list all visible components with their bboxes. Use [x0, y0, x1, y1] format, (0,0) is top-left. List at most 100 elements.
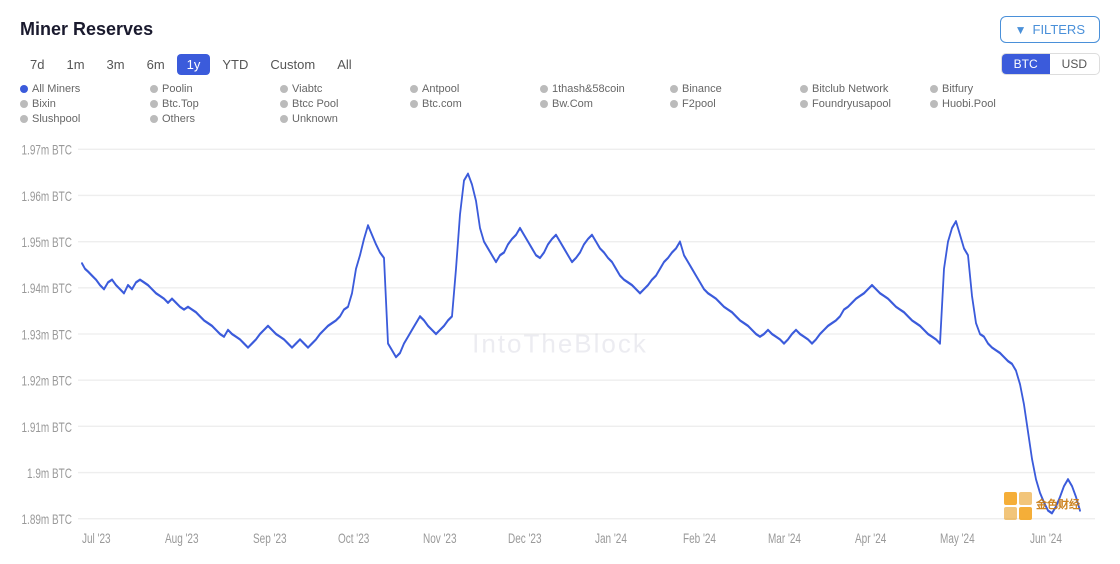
svg-text:Jun '24: Jun '24	[1030, 531, 1062, 547]
legend-dot-btctop	[150, 100, 158, 108]
legend-label-all-miners: All Miners	[32, 83, 80, 95]
legend-dot-slushpool	[20, 115, 28, 123]
legend-item-btccom[interactable]: Btc.com	[410, 98, 540, 110]
filters-label: FILTERS	[1033, 22, 1086, 37]
svg-text:Oct '23: Oct '23	[338, 531, 370, 547]
svg-text:Dec '23: Dec '23	[508, 531, 542, 547]
legend-dot-f2pool	[670, 100, 678, 108]
legend-item-1thash[interactable]: 1thash&58coin	[540, 83, 670, 95]
legend-dot-btccpool	[280, 100, 288, 108]
legend-label-antpool: Antpool	[422, 83, 459, 95]
currency-btc[interactable]: BTC	[1002, 54, 1050, 74]
legend-item-btccpool[interactable]: Btcc Pool	[280, 98, 410, 110]
legend-label-binance: Binance	[682, 83, 722, 95]
legend-dot-all-miners	[20, 85, 28, 93]
legend-item-btctop[interactable]: Btc.Top	[150, 98, 280, 110]
legend-label-unknown: Unknown	[292, 113, 338, 125]
legend-item-poolin[interactable]: Poolin	[150, 83, 280, 95]
legend-label-f2pool: F2pool	[682, 98, 716, 110]
legend-item-bixin[interactable]: Bixin	[20, 98, 150, 110]
legend-label-huobipool: Huobi.Pool	[942, 98, 996, 110]
svg-text:1.94m BTC: 1.94m BTC	[22, 281, 73, 297]
legend-dot-btccom	[410, 100, 418, 108]
svg-text:1.93m BTC: 1.93m BTC	[22, 327, 73, 343]
legend-label-slushpool: Slushpool	[32, 113, 80, 125]
svg-text:1.89m BTC: 1.89m BTC	[22, 512, 73, 528]
legend-dot-unknown	[280, 115, 288, 123]
svg-text:1.91m BTC: 1.91m BTC	[22, 419, 73, 435]
time-btn-ytd[interactable]: YTD	[212, 54, 258, 75]
legend-label-btccom: Btc.com	[422, 98, 462, 110]
time-btn-all[interactable]: All	[327, 54, 361, 75]
legend-label-viabtc: Viabtc	[292, 83, 322, 95]
svg-text:Apr '24: Apr '24	[855, 531, 887, 547]
legend-item-bwcom[interactable]: Bw.Com	[540, 98, 670, 110]
legend-dot-antpool	[410, 85, 418, 93]
brand-text: 金色财经	[1036, 499, 1080, 512]
time-btn-custom[interactable]: Custom	[260, 54, 325, 75]
legend-item-bitclub[interactable]: Bitclub Network	[800, 83, 930, 95]
filter-icon: ▼	[1015, 23, 1027, 37]
time-btn-7d[interactable]: 7d	[20, 54, 54, 75]
legend-item-viabtc[interactable]: Viabtc	[280, 83, 410, 95]
legend-dot-viabtc	[280, 85, 288, 93]
brand-logo: 金色财经	[1004, 492, 1084, 532]
svg-text:Jan '24: Jan '24	[595, 531, 627, 547]
time-btn-1y[interactable]: 1y	[177, 54, 211, 75]
svg-text:Mar '24: Mar '24	[768, 531, 801, 547]
time-btn-6m[interactable]: 6m	[137, 54, 175, 75]
legend-dot-foundry	[800, 100, 808, 108]
legend-dot-bwcom	[540, 100, 548, 108]
legend-dot-poolin	[150, 85, 158, 93]
legend-label-foundry: Foundryusapool	[812, 98, 891, 110]
legend-item-bitfury[interactable]: Bitfury	[930, 83, 1060, 95]
svg-text:Feb '24: Feb '24	[683, 531, 716, 547]
legend-label-poolin: Poolin	[162, 83, 193, 95]
svg-text:Sep '23: Sep '23	[253, 531, 287, 547]
svg-text:1.9m BTC: 1.9m BTC	[27, 465, 72, 481]
legend-dot-bitclub	[800, 85, 808, 93]
logo-icon	[1004, 492, 1032, 520]
legend-dot-bitfury	[930, 85, 938, 93]
legend-label-bwcom: Bw.Com	[552, 98, 593, 110]
legend-item-antpool[interactable]: Antpool	[410, 83, 540, 95]
legend-label-1thash: 1thash&58coin	[552, 83, 625, 95]
chart-area: IntoTheBlock 1.97m BTC 1.96m BTC 1.95m B…	[20, 133, 1100, 554]
legend-dot-others	[150, 115, 158, 123]
svg-text:Aug '23: Aug '23	[165, 531, 199, 547]
legend-item-all-miners[interactable]: All Miners	[20, 83, 150, 95]
legend-label-others: Others	[162, 113, 195, 125]
svg-text:1.92m BTC: 1.92m BTC	[22, 373, 73, 389]
legend-item-foundry[interactable]: Foundryusapool	[800, 98, 930, 110]
legend-item-slushpool[interactable]: Slushpool	[20, 113, 150, 125]
legend-label-bitfury: Bitfury	[942, 83, 973, 95]
svg-text:Nov '23: Nov '23	[423, 531, 457, 547]
legend-label-btccpool: Btcc Pool	[292, 98, 338, 110]
legend-item-binance[interactable]: Binance	[670, 83, 800, 95]
legend-dot-1thash	[540, 85, 548, 93]
legend-label-bitclub: Bitclub Network	[812, 83, 888, 95]
legend-item-f2pool[interactable]: F2pool	[670, 98, 800, 110]
legend-item-others[interactable]: Others	[150, 113, 280, 125]
legend-item-unknown[interactable]: Unknown	[280, 113, 410, 125]
time-btn-1m[interactable]: 1m	[56, 54, 94, 75]
svg-text:May '24: May '24	[940, 531, 975, 547]
svg-text:1.97m BTC: 1.97m BTC	[22, 142, 73, 158]
svg-text:Jul '23: Jul '23	[82, 531, 111, 547]
legend-dot-huobipool	[930, 100, 938, 108]
currency-toggle: BTC USD	[1001, 53, 1100, 75]
svg-text:1.95m BTC: 1.95m BTC	[22, 235, 73, 251]
legend: All Miners Poolin Viabtc Antpool 1thash&…	[20, 83, 1100, 125]
legend-item-huobipool[interactable]: Huobi.Pool	[930, 98, 1060, 110]
time-period-selector: 7d 1m 3m 6m 1y YTD Custom All	[20, 54, 362, 75]
legend-dot-binance	[670, 85, 678, 93]
filters-button[interactable]: ▼ FILTERS	[1000, 16, 1100, 43]
page-title: Miner Reserves	[20, 19, 153, 40]
legend-dot-bixin	[20, 100, 28, 108]
currency-usd[interactable]: USD	[1050, 54, 1099, 74]
legend-label-bixin: Bixin	[32, 98, 56, 110]
legend-label-btctop: Btc.Top	[162, 98, 199, 110]
svg-text:1.96m BTC: 1.96m BTC	[22, 188, 73, 204]
time-btn-3m[interactable]: 3m	[97, 54, 135, 75]
chart-svg: 1.97m BTC 1.96m BTC 1.95m BTC 1.94m BTC …	[20, 133, 1100, 554]
